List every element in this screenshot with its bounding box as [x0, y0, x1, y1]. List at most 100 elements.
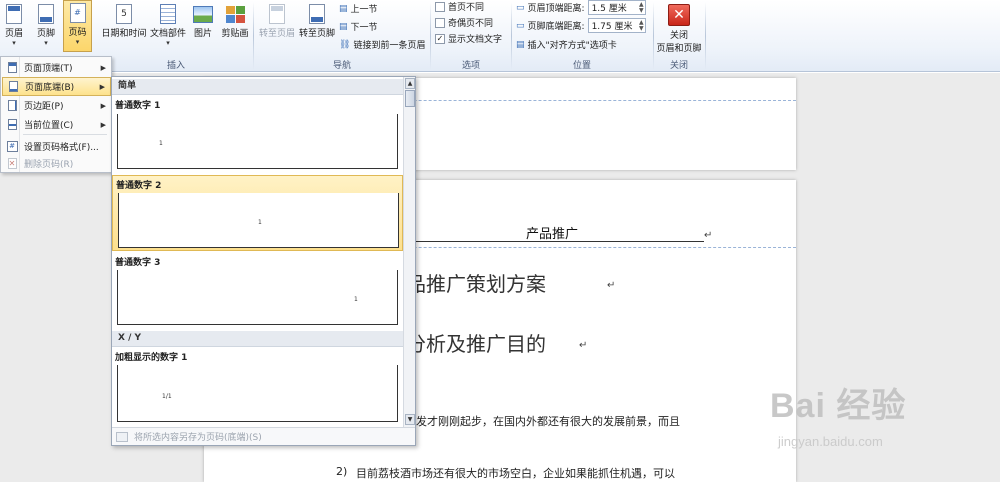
link-prev-label: 链接到前一条页眉 — [353, 41, 426, 51]
list-number: 2) — [336, 465, 348, 478]
header-top-label: 页眉顶端距离: — [527, 4, 585, 14]
scroll-down-icon[interactable]: ▼ — [405, 414, 415, 425]
menu-item-page-bottom[interactable]: 页面底端(B) ▶ — [2, 77, 111, 96]
footer-bottom-input[interactable]: 1.75 厘米 ▲ ▼ — [587, 18, 646, 33]
gallery-thumbnail: 1/1 — [117, 365, 398, 422]
menu-item-label: 页面顶端(T) — [24, 64, 73, 74]
footer-button[interactable]: 页脚 ▾ — [33, 2, 59, 50]
link-icon: ⛓ — [339, 39, 351, 50]
watermark-url: jingyan.baidu.com — [778, 434, 883, 449]
header-top-input[interactable]: 1.5 厘米 ▲ ▼ — [587, 0, 646, 15]
gallery-item-label: 加粗显示的数字 1 — [115, 353, 188, 363]
menu-item-label: 页边距(P) — [24, 102, 64, 112]
gallery-item-plain-number-1[interactable]: 普通数字 1 1 — [112, 96, 403, 172]
goto-header-icon — [266, 2, 288, 26]
header-button[interactable]: 页眉 ▾ — [3, 2, 25, 50]
chevron-down-icon: ▾ — [12, 39, 16, 47]
close-label-2: 页眉和页脚 — [656, 44, 702, 54]
footer-bottom-label: 页脚底端距离: — [527, 22, 585, 32]
checkmark-icon: ✓ — [435, 33, 445, 44]
page-number-menu: 页面顶端(T) ▶ 页面底端(B) ▶ 页边距(P) ▶ 当前位置(C) ▶ #… — [0, 56, 112, 173]
picture-label: 图片 — [193, 29, 212, 39]
gallery-item-plain-number-2[interactable]: 普通数字 2 1 — [112, 175, 403, 251]
position-group-label: 位置 — [572, 61, 591, 71]
page-top-icon — [4, 62, 20, 73]
gallery-scrollbar[interactable]: ▲ ▼ — [403, 77, 415, 427]
next-section-button[interactable]: ▤ 下一节 — [339, 20, 378, 34]
close-label-1: 关闭 — [669, 31, 688, 41]
odd-even-diff-checkbox[interactable]: 奇偶页不同 — [435, 16, 493, 29]
menu-item-current-position[interactable]: 当前位置(C) ▶ — [2, 115, 111, 134]
menu-item-label: 当前位置(C) — [24, 121, 74, 131]
picture-button[interactable]: 图片 — [191, 2, 215, 42]
show-doc-text-label: 显示文档文字 — [448, 35, 503, 45]
goto-footer-button[interactable]: 转至页脚 — [298, 2, 336, 42]
menu-item-remove-page-numbers[interactable]: ✕ 删除页码(R) — [2, 154, 111, 173]
spinner-arrows-icon[interactable]: ▲ ▼ — [639, 1, 645, 14]
footer-icon — [35, 2, 57, 26]
format-page-number-icon: # — [4, 141, 20, 152]
chevron-down-icon: ▾ — [166, 39, 170, 47]
current-position-icon — [4, 119, 20, 130]
date-time-label: 日期和时间 — [101, 29, 147, 39]
first-page-diff-label: 首页不同 — [448, 3, 485, 13]
doc-parts-icon — [157, 2, 179, 26]
page-bottom-icon — [5, 81, 21, 92]
header-distance-icon: ▭ — [516, 2, 525, 13]
menu-item-label: 页面底端(B) — [25, 83, 75, 93]
save-selection-label: 将所选内容另存为页码(底端)(S) — [134, 433, 262, 443]
close-header-footer-button[interactable]: ✕ 关闭 页眉和页脚 — [655, 2, 703, 56]
goto-footer-icon — [306, 2, 328, 26]
odd-even-diff-label: 奇偶页不同 — [448, 19, 494, 29]
insert-align-tab-button[interactable]: ▤ 插入"对齐方式"选项卡 — [516, 38, 617, 52]
insert-align-tab-label: 插入"对齐方式"选项卡 — [527, 41, 617, 51]
gallery-thumbnail: 1 — [117, 114, 398, 169]
save-selection-as-page-number-button[interactable]: 将所选内容另存为页码(底端)(S) — [112, 427, 415, 445]
doc-title-line: 品推广策划方案 — [406, 272, 546, 296]
insert-group-label: 插入 — [166, 61, 185, 71]
group-separator — [253, 2, 254, 70]
page-number-preview: 1 — [354, 296, 358, 303]
group-separator — [653, 2, 654, 70]
page-number-icon: # — [67, 1, 89, 25]
next-section-label: 下一节 — [350, 23, 378, 33]
gallery-item-plain-number-3[interactable]: 普通数字 3 1 — [112, 253, 403, 329]
date-time-button[interactable]: 5 日期和时间 — [101, 2, 147, 42]
page-number-button[interactable]: # 页码 ▾ — [63, 0, 92, 52]
baidu-watermark: Bai 经验 jingyan.baidu.com — [770, 372, 990, 482]
clipart-icon — [224, 2, 246, 26]
header-underline — [404, 241, 704, 242]
group-separator — [430, 2, 431, 70]
picture-icon — [192, 2, 214, 26]
footer-bottom-distance: ▭ 页脚底端距离: 1.75 厘米 ▲ ▼ — [516, 18, 646, 33]
scroll-up-icon[interactable]: ▲ — [405, 78, 415, 89]
paragraph-mark: ↵ — [607, 280, 616, 291]
spinner-arrows-icon[interactable]: ▲ ▼ — [639, 19, 645, 32]
menu-item-page-top[interactable]: 页面顶端(T) ▶ — [2, 58, 111, 77]
save-gallery-icon — [116, 431, 128, 442]
menu-item-page-margin[interactable]: 页边距(P) ▶ — [2, 96, 111, 115]
menu-item-label: 删除页码(R) — [24, 160, 74, 170]
page-number-preview: 1 — [258, 219, 262, 226]
close-group-label: 关闭 — [669, 61, 688, 71]
gallery-section-header: 简单 — [112, 79, 403, 95]
page-number-gallery: 简单 普通数字 1 1 普通数字 2 1 普通数字 3 1 X / Y 加粗显示… — [111, 76, 416, 446]
footer-distance-icon: ▭ — [516, 20, 525, 31]
nav-group-label: 导航 — [332, 61, 351, 71]
gallery-item-bold-number-1[interactable]: 加粗显示的数字 1 1/1 — [112, 348, 403, 426]
align-tab-icon: ▤ — [516, 39, 525, 50]
scrollbar-thumb[interactable] — [405, 90, 415, 107]
checkbox-icon — [435, 1, 445, 12]
link-to-previous-button[interactable]: ⛓ 链接到前一条页眉 — [339, 38, 426, 52]
doc-parts-button[interactable]: 文档部件 ▾ — [149, 2, 187, 50]
goto-header-button[interactable]: 转至页眉 — [257, 2, 297, 42]
show-doc-text-checkbox[interactable]: ✓ 显示文档文字 — [435, 32, 502, 45]
prev-section-button[interactable]: ▤ 上一节 — [339, 2, 378, 16]
clipart-button[interactable]: 剪贴画 — [219, 2, 251, 42]
chevron-down-icon: ▾ — [44, 39, 48, 47]
first-page-diff-checkbox[interactable]: 首页不同 — [435, 0, 484, 13]
gallery-item-label: 普通数字 3 — [115, 258, 161, 268]
page-number-preview: 1/1 — [162, 393, 172, 400]
menu-separator — [23, 134, 107, 135]
paragraph-mark: ↵ — [579, 340, 588, 351]
